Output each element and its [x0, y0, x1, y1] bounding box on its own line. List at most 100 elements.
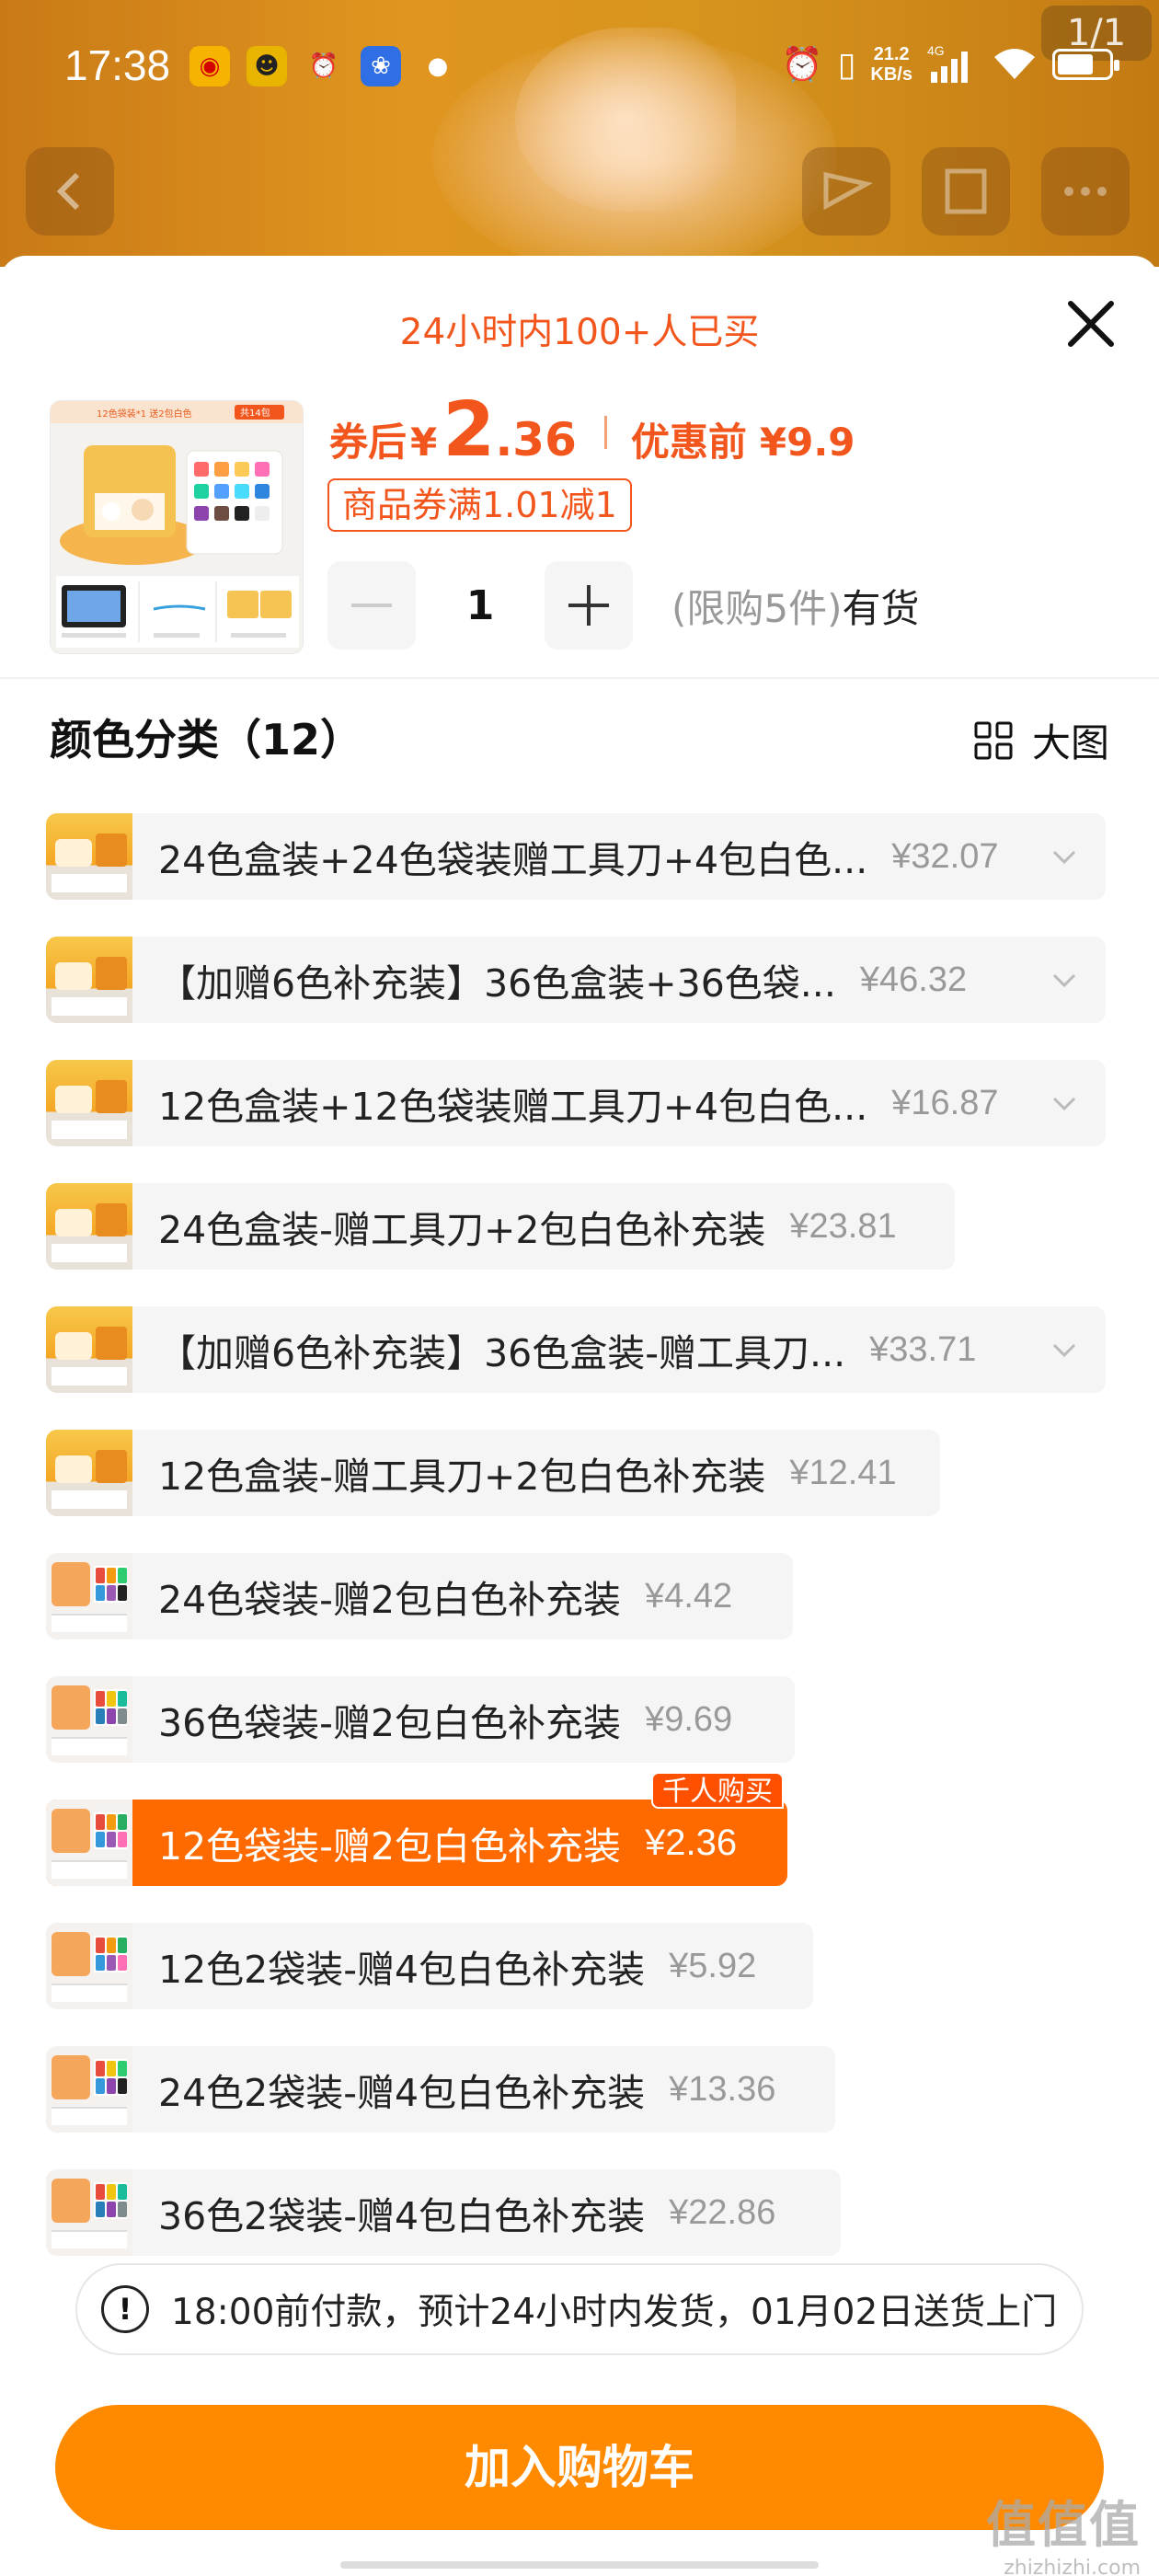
quantity-value[interactable]: 1	[416, 582, 545, 629]
option-price: ¥32.07	[891, 836, 999, 876]
notification-icons: ◉ ☻ ⏰ ❀ ●	[189, 46, 458, 86]
option-thumbnail	[46, 1306, 132, 1393]
option-name: 12色2袋装-赠4包白色补充装	[158, 1948, 646, 1992]
sku-option[interactable]: 24色盒装-赠工具刀+2包白色补充装 ¥23.81	[46, 1183, 955, 1270]
signal-icon: 4G	[927, 44, 968, 83]
option-thumbnail	[46, 813, 132, 900]
decrease-button[interactable]	[327, 561, 416, 650]
option-price: ¥22.86	[669, 2192, 776, 2232]
network-speed: 21.2 KB/s	[870, 44, 912, 85]
share-icon	[823, 171, 874, 211]
battery-icon	[1052, 49, 1119, 80]
delivery-notice: ! 18:00前付款，预计24小时内发货，01月02日送货上门	[75, 2263, 1084, 2355]
price-row: 券后 ¥ 2 .36 优惠前 ¥9.9	[329, 386, 855, 478]
sku-option[interactable]: 36色2袋装-赠4包白色补充装 ¥22.86	[46, 2169, 841, 2256]
option-price: ¥5.92	[669, 1946, 757, 1985]
thumb-banner: 12色袋装*1 送2包白色	[97, 408, 192, 420]
collect-button[interactable]	[922, 147, 1010, 236]
big-view-label: 大图	[1031, 720, 1109, 765]
sku-option[interactable]: 24色袋装-赠2包白色补充装 ¥4.42	[46, 1553, 793, 1639]
option-thumbnail	[46, 1676, 132, 1763]
option-name: 【加赠6色补充装】36色盒装+36色袋...	[158, 961, 836, 1006]
sku-option[interactable]: 【加赠6色补充装】36色盒装-赠工具刀... ¥33.71	[46, 1306, 1106, 1393]
option-thumbnail	[46, 1183, 132, 1270]
option-price: ¥13.36	[669, 2069, 776, 2109]
sku-option[interactable]: 36色袋装-赠2包白色补充装 ¥9.69	[46, 1676, 795, 1763]
option-name: 24色袋装-赠2包白色补充装	[158, 1578, 622, 1622]
sku-option[interactable]: 24色2袋装-赠4包白色补充装 ¥13.36	[46, 2046, 835, 2133]
option-thumbnail	[46, 1430, 132, 1516]
increase-button[interactable]	[545, 561, 633, 650]
after-coupon-label: 券后	[329, 420, 407, 465]
wifi-icon	[994, 49, 1035, 79]
sku-option[interactable]: 24色盒装+24色袋装赠工具刀+4包白色... ¥32.07	[46, 813, 1106, 900]
option-name: 12色盒装+12色袋装赠工具刀+4包白色...	[158, 1085, 868, 1129]
price-integer: 2	[442, 386, 496, 474]
option-price: ¥16.87	[891, 1083, 999, 1122]
chevron-down-icon[interactable]	[1050, 843, 1078, 870]
back-arrow-icon	[56, 172, 80, 211]
option-name: 12色袋装-赠2包白色补充装	[158, 1824, 622, 1869]
product-image: 12色袋装*1 送2包白色 共14包	[51, 401, 303, 653]
watermark-logo: 值值值	[986, 2496, 1141, 2554]
chevron-down-icon[interactable]	[1050, 966, 1078, 994]
option-thumbnail	[46, 1060, 132, 1146]
chat-bubble-icon: ●	[427, 52, 449, 80]
divider	[0, 677, 1159, 679]
sku-option[interactable]: 【加赠6色补充装】36色盒装+36色袋... ¥46.32	[46, 937, 1106, 1023]
chevron-down-icon[interactable]	[1050, 1089, 1078, 1117]
product-thumbnail[interactable]: 12色袋装*1 送2包白色 共14包	[50, 400, 304, 654]
option-price: ¥12.41	[789, 1453, 897, 1492]
sku-option[interactable]: 12色2袋装-赠4包白色补充装 ¥5.92	[46, 1923, 813, 2009]
thumb-count: 共14包	[240, 407, 270, 419]
option-thumbnail	[46, 1800, 132, 1886]
coupon-tag[interactable]: 商品券满1.01减1	[327, 478, 632, 532]
status-right: ⏰ ▯ 21.2 KB/s 4G	[781, 44, 1119, 85]
panda-app-icon: ☻	[247, 46, 287, 86]
network-type: 4G	[927, 44, 945, 58]
share-button[interactable]	[802, 147, 890, 236]
more-icon	[1064, 187, 1107, 196]
weibo-icon: ◉	[189, 46, 230, 86]
back-button[interactable]	[26, 147, 114, 236]
status-bar: 17:38 ◉ ☻ ⏰ ❀ ● ⏰ ▯ 21.2 KB/s 4G	[0, 33, 1159, 107]
option-price: ¥33.71	[869, 1329, 977, 1369]
sku-option[interactable]: 12色盒装-赠工具刀+2包白色补充装 ¥12.41	[46, 1430, 940, 1516]
option-price: ¥46.32	[859, 960, 968, 999]
before-discount-price: ¥9.9	[759, 420, 855, 465]
sku-selection-sheet: 24小时内100+人已买 12色袋装*1 送2包白色 共14包 券后 ¥ 2 .…	[0, 256, 1159, 2576]
big-view-toggle[interactable]: 大图	[973, 712, 1109, 768]
more-button[interactable]	[1041, 147, 1130, 236]
option-name: 36色2袋装-赠4包白色补充装	[158, 2194, 646, 2238]
price-decimal: .36	[495, 413, 577, 466]
option-thumbnail	[46, 2046, 132, 2133]
currency-symbol: ¥	[410, 420, 438, 465]
section-title: 颜色分类（12）	[50, 715, 363, 765]
minus-icon	[351, 604, 392, 607]
alarm-clock-icon: ⏰	[781, 46, 823, 84]
alarm-icon: ⏰	[308, 52, 339, 80]
add-to-cart-button[interactable]: 加入购物车	[55, 2405, 1104, 2530]
option-name: 【加赠6色补充装】36色盒装-赠工具刀...	[158, 1331, 846, 1375]
option-price: ¥4.42	[645, 1576, 733, 1616]
option-price: ¥23.81	[789, 1206, 897, 1246]
status-time: 17:38	[64, 41, 171, 89]
sku-option-selected[interactable]: 12色袋装-赠2包白色补充装 ¥2.36 千人购买	[46, 1772, 787, 1886]
option-thumbnail	[46, 1923, 132, 2009]
option-name: 12色盒装-赠工具刀+2包白色补充装	[158, 1455, 766, 1499]
delivery-text: 18:00前付款，预计24小时内发货，01月02日送货上门	[171, 2292, 1058, 2333]
before-discount-label: 优惠前	[630, 420, 747, 465]
chevron-down-icon[interactable]	[1050, 1336, 1078, 1363]
home-indicator[interactable]	[340, 2561, 819, 2569]
quantity-stepper: 1 (限购5件) 有货	[327, 561, 920, 650]
vibrate-icon: ▯	[837, 45, 856, 84]
close-button[interactable]	[1058, 291, 1124, 357]
option-price: ¥2.36	[645, 1822, 738, 1863]
grid-view-icon	[974, 721, 1013, 759]
sku-option[interactable]: 12色盒装+12色袋装赠工具刀+4包白色... ¥16.87	[46, 1060, 1106, 1146]
info-icon: !	[101, 2285, 149, 2333]
watermark-url: zhizhizhi.com	[1004, 2557, 1141, 2576]
baidu-icon: ❀	[361, 46, 401, 86]
collect-icon	[945, 168, 987, 214]
sales-info: 24小时内100+人已买	[399, 312, 760, 353]
